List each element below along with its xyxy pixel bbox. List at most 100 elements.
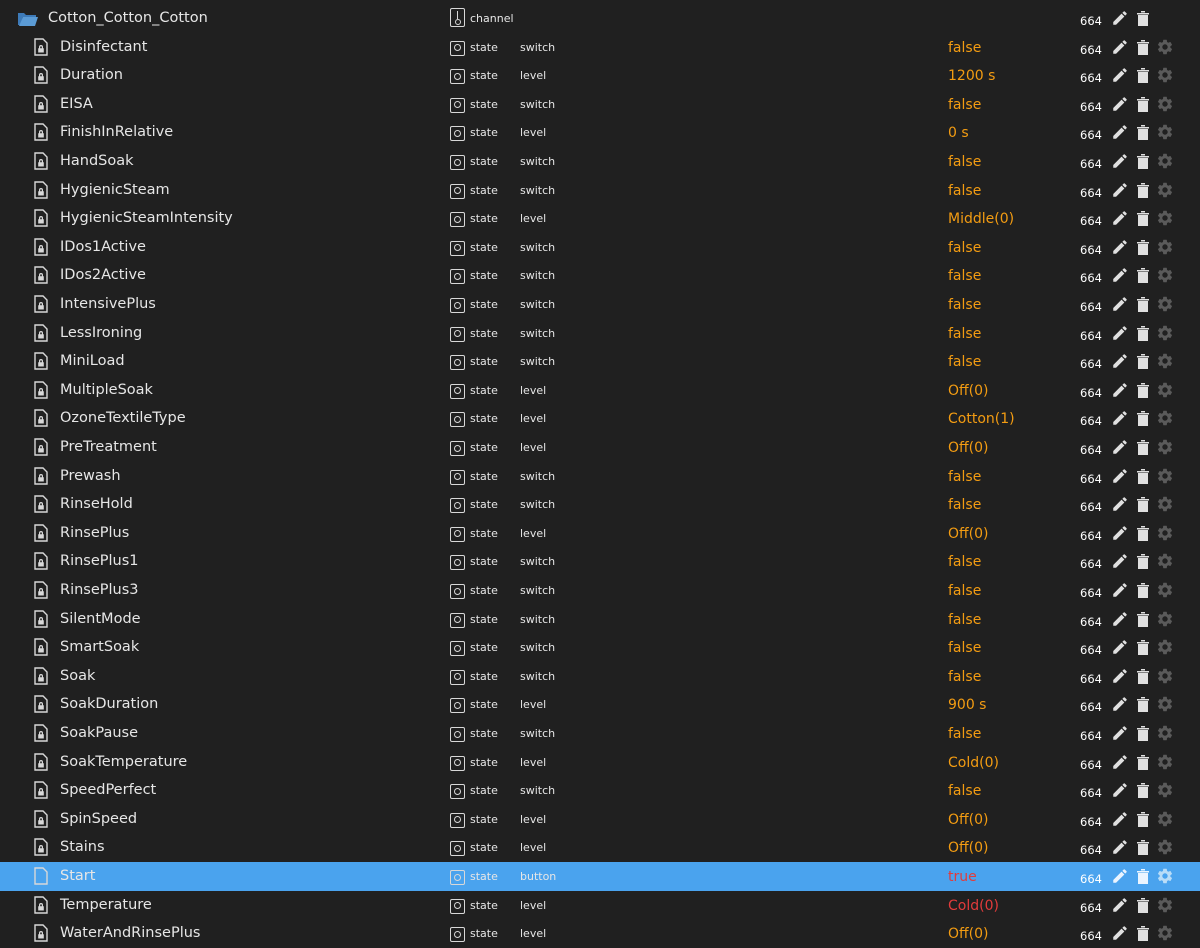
trash-icon[interactable] — [1136, 581, 1150, 599]
gear-icon[interactable] — [1156, 38, 1174, 56]
state-value[interactable]: false — [948, 183, 981, 199]
trash-icon[interactable] — [1136, 695, 1150, 713]
gear-icon[interactable] — [1156, 610, 1174, 628]
pencil-icon[interactable] — [1111, 781, 1129, 799]
trash-icon[interactable] — [1136, 724, 1150, 742]
gear-icon[interactable] — [1156, 724, 1174, 742]
state-row-soak[interactable]: Soak state switch false 664 — [0, 662, 1200, 691]
gear-icon[interactable] — [1156, 838, 1174, 856]
trash-icon[interactable] — [1136, 324, 1150, 342]
state-value[interactable]: false — [948, 612, 981, 628]
state-row-multiplesoak[interactable]: MultipleSoak state level Off(0) 664 — [0, 376, 1200, 405]
gear-icon[interactable] — [1156, 924, 1174, 942]
trash-icon[interactable] — [1136, 838, 1150, 856]
state-value[interactable]: Cold(0) — [948, 755, 999, 771]
state-row-rinseplus[interactable]: RinsePlus state level Off(0) 664 — [0, 519, 1200, 548]
trash-icon[interactable] — [1136, 38, 1150, 56]
pencil-icon[interactable] — [1111, 867, 1129, 885]
open-folder-icon[interactable] — [17, 11, 39, 27]
state-row-idos2active[interactable]: IDos2Active state switch false 664 — [0, 261, 1200, 290]
state-row-miniload[interactable]: MiniLoad state switch false 664 — [0, 347, 1200, 376]
state-value[interactable]: false — [948, 97, 981, 113]
state-row-hygienicsteamintensity[interactable]: HygienicSteamIntensity state level Middl… — [0, 204, 1200, 233]
trash-icon[interactable] — [1136, 552, 1150, 570]
gear-icon[interactable] — [1156, 181, 1174, 199]
pencil-icon[interactable] — [1111, 438, 1129, 456]
trash-icon[interactable] — [1136, 610, 1150, 628]
pencil-icon[interactable] — [1111, 838, 1129, 856]
state-row-ozonetextiletype[interactable]: OzoneTextileType state level Cotton(1) 6… — [0, 404, 1200, 433]
pencil-icon[interactable] — [1111, 409, 1129, 427]
trash-icon[interactable] — [1136, 266, 1150, 284]
gear-icon[interactable] — [1156, 695, 1174, 713]
state-row-intensiveplus[interactable]: IntensivePlus state switch false 664 — [0, 290, 1200, 319]
trash-icon[interactable] — [1136, 123, 1150, 141]
trash-icon[interactable] — [1136, 781, 1150, 799]
pencil-icon[interactable] — [1111, 152, 1129, 170]
state-row-disinfectant[interactable]: Disinfectant state switch false 664 — [0, 33, 1200, 62]
trash-icon[interactable] — [1136, 181, 1150, 199]
gear-icon[interactable] — [1156, 123, 1174, 141]
gear-icon[interactable] — [1156, 667, 1174, 685]
pencil-icon[interactable] — [1111, 181, 1129, 199]
pencil-icon[interactable] — [1111, 753, 1129, 771]
pencil-icon[interactable] — [1111, 581, 1129, 599]
gear-icon[interactable] — [1156, 324, 1174, 342]
gear-icon[interactable] — [1156, 438, 1174, 456]
pencil-icon[interactable] — [1111, 610, 1129, 628]
trash-icon[interactable] — [1136, 9, 1150, 27]
state-value[interactable]: false — [948, 726, 981, 742]
gear-icon[interactable] — [1156, 409, 1174, 427]
trash-icon[interactable] — [1136, 209, 1150, 227]
state-value[interactable]: 900 s — [948, 697, 986, 713]
gear-icon[interactable] — [1156, 581, 1174, 599]
gear-icon[interactable] — [1156, 524, 1174, 542]
gear-icon[interactable] — [1156, 781, 1174, 799]
gear-icon[interactable] — [1156, 467, 1174, 485]
trash-icon[interactable] — [1136, 495, 1150, 513]
gear-icon[interactable] — [1156, 152, 1174, 170]
gear-icon[interactable] — [1156, 295, 1174, 313]
pencil-icon[interactable] — [1111, 695, 1129, 713]
gear-icon[interactable] — [1156, 66, 1174, 84]
trash-icon[interactable] — [1136, 753, 1150, 771]
state-row-finishinrelative[interactable]: FinishInRelative state level 0 s 664 — [0, 118, 1200, 147]
pencil-icon[interactable] — [1111, 324, 1129, 342]
trash-icon[interactable] — [1136, 524, 1150, 542]
state-row-stains[interactable]: Stains state level Off(0) 664 — [0, 833, 1200, 862]
state-value[interactable]: Off(0) — [948, 812, 989, 828]
state-value[interactable]: false — [948, 354, 981, 370]
trash-icon[interactable] — [1136, 438, 1150, 456]
state-row-soakpause[interactable]: SoakPause state switch false 664 — [0, 719, 1200, 748]
pencil-icon[interactable] — [1111, 95, 1129, 113]
state-row-pretreatment[interactable]: PreTreatment state level Off(0) 664 — [0, 433, 1200, 462]
state-value[interactable]: 1200 s — [948, 68, 995, 84]
pencil-icon[interactable] — [1111, 896, 1129, 914]
state-row-eisa[interactable]: EISA state switch false 664 — [0, 90, 1200, 119]
gear-icon[interactable] — [1156, 896, 1174, 914]
pencil-icon[interactable] — [1111, 467, 1129, 485]
pencil-icon[interactable] — [1111, 66, 1129, 84]
gear-icon[interactable] — [1156, 867, 1174, 885]
gear-icon[interactable] — [1156, 810, 1174, 828]
trash-icon[interactable] — [1136, 896, 1150, 914]
state-row-speedperfect[interactable]: SpeedPerfect state switch false 664 — [0, 776, 1200, 805]
pencil-icon[interactable] — [1111, 209, 1129, 227]
state-value[interactable]: Off(0) — [948, 840, 989, 856]
state-value[interactable]: false — [948, 297, 981, 313]
state-row-temperature[interactable]: Temperature state level Cold(0) 664 — [0, 891, 1200, 920]
state-row-rinseplus1[interactable]: RinsePlus1 state switch false 664 — [0, 547, 1200, 576]
trash-icon[interactable] — [1136, 152, 1150, 170]
state-row-idos1active[interactable]: IDos1Active state switch false 664 — [0, 233, 1200, 262]
state-row-handsoak[interactable]: HandSoak state switch false 664 — [0, 147, 1200, 176]
pencil-icon[interactable] — [1111, 295, 1129, 313]
pencil-icon[interactable] — [1111, 552, 1129, 570]
state-value[interactable]: Cold(0) — [948, 898, 999, 914]
pencil-icon[interactable] — [1111, 495, 1129, 513]
state-row-rinsehold[interactable]: RinseHold state switch false 664 — [0, 490, 1200, 519]
trash-icon[interactable] — [1136, 638, 1150, 656]
trash-icon[interactable] — [1136, 66, 1150, 84]
state-row-spinspeed[interactable]: SpinSpeed state level Off(0) 664 — [0, 805, 1200, 834]
state-row-duration[interactable]: Duration state level 1200 s 664 — [0, 61, 1200, 90]
state-row-hygienicsteam[interactable]: HygienicSteam state switch false 664 — [0, 176, 1200, 205]
